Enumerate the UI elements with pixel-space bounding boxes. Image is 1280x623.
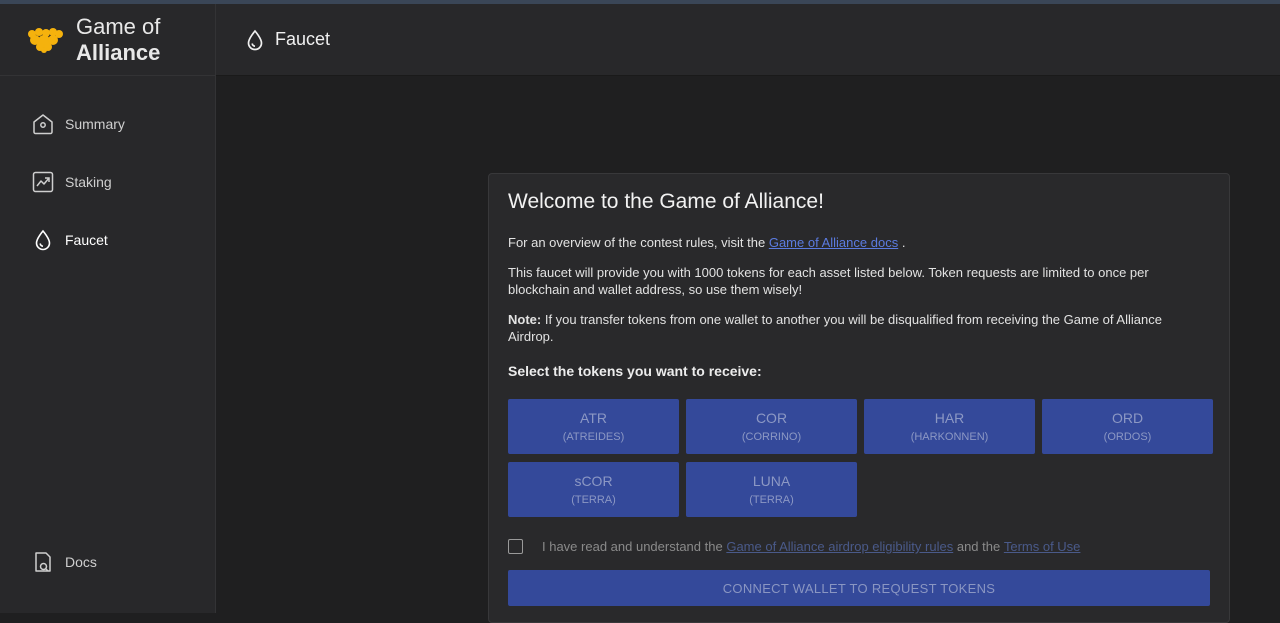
- card-title: Welcome to the Game of Alliance!: [508, 190, 824, 213]
- docs-link[interactable]: Game of Alliance docs: [769, 235, 898, 250]
- token-name: (TERRA): [571, 493, 616, 506]
- eligibility-rules-link[interactable]: Game of Alliance airdrop eligibility rul…: [726, 539, 953, 554]
- sidebar-item-summary[interactable]: Summary: [0, 104, 215, 144]
- token-button-atr[interactable]: ATR (ATREIDES): [508, 399, 679, 454]
- docs-icon: [35, 552, 51, 572]
- sidebar-item-faucet[interactable]: Faucet: [0, 220, 215, 260]
- page-header: Faucet: [216, 4, 1280, 76]
- agree-mid: and the: [956, 539, 1001, 554]
- sidebar-item-label: Docs: [65, 554, 97, 570]
- token-symbol: HAR: [934, 409, 965, 426]
- token-button-ord[interactable]: ORD (ORDOS): [1042, 399, 1213, 454]
- token-button-cor[interactable]: COR (CORRINO): [686, 399, 857, 454]
- token-button-luna[interactable]: LUNA (TERRA): [686, 462, 857, 517]
- token-symbol: sCOR: [574, 472, 613, 489]
- overview-text: For an overview of the contest rules, vi…: [508, 234, 1210, 251]
- agree-checkbox[interactable]: [508, 539, 523, 554]
- sidebar-docs: Docs: [0, 542, 215, 600]
- overview-suffix: .: [898, 235, 906, 250]
- note-body: If you transfer tokens from one wallet t…: [508, 312, 1162, 344]
- sidebar-item-staking[interactable]: Staking: [0, 162, 215, 202]
- agree-row: I have read and understand the Game of A…: [508, 539, 1210, 554]
- page-title: Faucet: [275, 29, 331, 49]
- token-symbol: ORD: [1111, 409, 1144, 426]
- token-name: (TERRA): [749, 493, 794, 506]
- faucet-card: Welcome to the Game of Alliance! For an …: [488, 173, 1230, 623]
- sidebar: Game of Alliance Summary Staking Faucet …: [0, 4, 216, 613]
- token-symbol: COR: [755, 409, 788, 426]
- home-icon: [33, 114, 53, 135]
- drop-icon: [35, 229, 51, 251]
- chart-icon: [32, 171, 54, 193]
- connect-wallet-button[interactable]: CONNECT WALLET TO REQUEST TOKENS: [508, 570, 1210, 606]
- terms-of-use-link[interactable]: Terms of Use: [1004, 539, 1081, 554]
- overview-prefix: For an overview of the contest rules, vi…: [508, 235, 769, 250]
- sidebar-item-docs[interactable]: Docs: [0, 542, 215, 582]
- brand-line1: Game of: [76, 13, 161, 39]
- sidebar-item-label: Summary: [65, 116, 125, 132]
- note-label: Note:: [508, 312, 542, 327]
- token-button-har[interactable]: HAR (HARKONNEN): [864, 399, 1035, 454]
- golden-handshake-logo-icon: [28, 27, 63, 53]
- token-symbol: LUNA: [752, 472, 791, 489]
- note-text: Note: If you transfer tokens from one wa…: [508, 311, 1210, 345]
- sidebar-item-label: Staking: [65, 174, 112, 190]
- agree-prefix: I have read and understand the: [542, 539, 723, 554]
- token-name: (ORDOS): [1103, 430, 1152, 443]
- drop-icon: [247, 29, 263, 50]
- token-symbol: ATR: [580, 409, 607, 426]
- token-name: (ATREIDES): [562, 430, 625, 443]
- sidebar-nav: Summary Staking Faucet: [0, 104, 215, 278]
- brand-line2: Alliance: [76, 39, 161, 65]
- faucet-description: This faucet will provide you with 1000 t…: [508, 265, 1149, 297]
- token-grid: ATR (ATREIDES) COR (CORRINO) HAR (HARKON…: [508, 399, 1213, 517]
- select-tokens-label: Select the tokens you want to receive:: [508, 363, 762, 379]
- brand[interactable]: Game of Alliance: [0, 4, 215, 76]
- token-button-scor[interactable]: sCOR (TERRA): [508, 462, 679, 517]
- token-name: (CORRINO): [741, 430, 802, 443]
- sidebar-item-label: Faucet: [65, 232, 108, 248]
- token-name: (HARKONNEN): [910, 430, 989, 443]
